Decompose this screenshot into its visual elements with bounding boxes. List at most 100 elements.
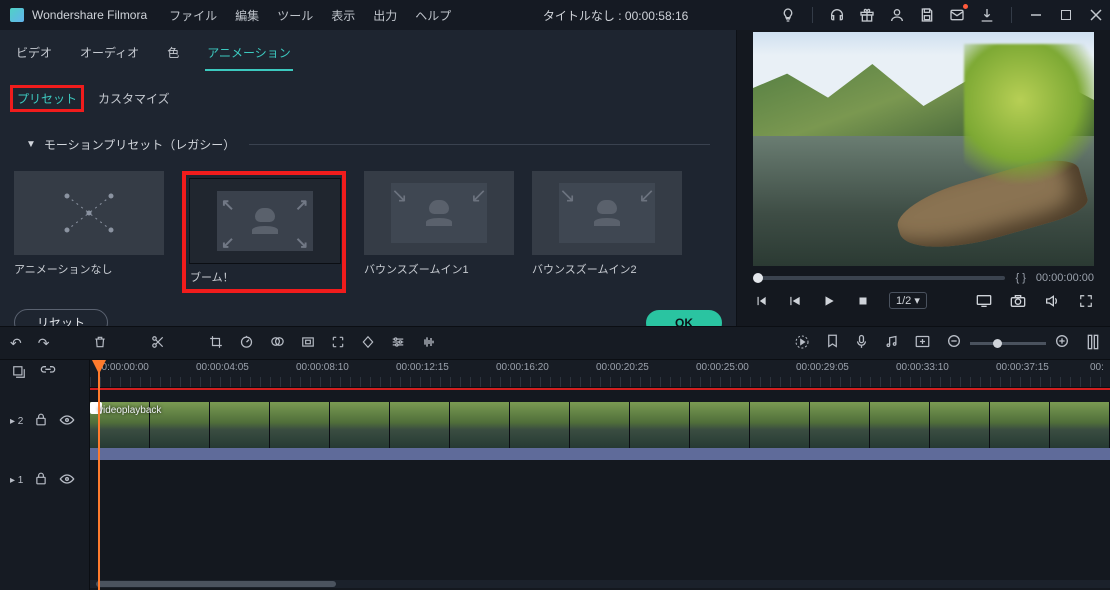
clip-badge-icon (90, 402, 102, 414)
fullscreen-icon[interactable] (1078, 293, 1094, 309)
color-match-icon[interactable] (270, 334, 285, 352)
preview-viewport[interactable] (753, 32, 1094, 266)
timeline: ▸ 2 ▸ 1 00:00:00:00 00:00:04:05 00:00:08… (0, 360, 1110, 590)
ruler-tick: 00:00:04:05 (196, 362, 249, 373)
preset-bouncezoom1[interactable]: ↘↙ バウンスズームイン1 (364, 171, 514, 293)
keyframe-icon[interactable] (361, 335, 375, 352)
split-icon[interactable] (151, 335, 165, 352)
tab-color[interactable]: 色 (165, 40, 181, 71)
track-lock-icon[interactable] (35, 413, 47, 429)
timeline-track-headers: ▸ 2 ▸ 1 (0, 360, 90, 590)
ruler-tick: 00:00:16:20 (496, 362, 549, 373)
window-minimize[interactable] (1028, 8, 1044, 22)
timeline-tracks-area[interactable]: 00:00:00:00 00:00:04:05 00:00:08:10 00:0… (90, 360, 1110, 590)
support-icon[interactable] (829, 7, 845, 23)
gift-icon[interactable] (859, 7, 875, 23)
zoom-out-icon[interactable] (946, 333, 962, 354)
main-menu: ファイル 編集 ツール 表示 出力 ヘルプ (169, 7, 451, 24)
ruler-tick: 00:00:08:10 (296, 362, 349, 373)
add-media-icon[interactable] (915, 335, 930, 351)
download-icon[interactable] (979, 7, 995, 23)
redo-icon[interactable]: ↷ (38, 335, 50, 352)
titlebar: Wondershare Filmora ファイル 編集 ツール 表示 出力 ヘル… (0, 0, 1110, 30)
marker-braces: { } (1015, 272, 1025, 284)
property-tabs: ビデオ オーディオ 色 アニメーション (0, 30, 736, 71)
audio-wave-icon[interactable] (421, 335, 437, 352)
volume-icon[interactable] (1044, 293, 1060, 309)
preset-bouncezoom2[interactable]: ↘↙ バウンスズームイン2 (532, 171, 682, 293)
main-area: ビデオ オーディオ 色 アニメーション プリセット カスタマイズ ▼ モーション… (0, 30, 1110, 326)
video-clip[interactable]: videoplayback (90, 402, 1110, 448)
window-maximize[interactable] (1058, 8, 1074, 22)
render-preview-icon[interactable] (794, 334, 810, 353)
delete-icon[interactable] (93, 335, 107, 352)
playhead[interactable] (98, 360, 100, 590)
track-head-2: ▸ 2 (0, 388, 89, 454)
account-icon[interactable] (889, 7, 905, 23)
crop-zoom-icon[interactable] (331, 335, 345, 352)
tips-icon[interactable] (780, 7, 796, 23)
speed-icon[interactable] (239, 334, 254, 352)
adjust-icon[interactable] (391, 335, 405, 352)
prev-frame-icon[interactable] (753, 293, 769, 309)
track-visible-icon[interactable] (59, 414, 75, 429)
project-title: タイトルなし : 00:00:58:16 (451, 7, 780, 24)
zoom-in-icon[interactable] (1054, 333, 1070, 354)
titlebar-right (780, 7, 1104, 23)
section-divider (249, 144, 710, 145)
link-icon[interactable] (40, 365, 56, 384)
collapse-icon: ▼ (26, 139, 36, 150)
menu-export[interactable]: 出力 (373, 7, 397, 24)
display-settings-icon[interactable] (976, 293, 992, 309)
preset-none[interactable]: アニメーションなし (14, 171, 164, 293)
select-all-tracks-icon[interactable] (12, 365, 26, 384)
voiceover-icon[interactable] (855, 334, 868, 353)
menu-file[interactable]: ファイル (169, 7, 217, 24)
subtab-customize[interactable]: カスタマイズ (98, 90, 170, 107)
menu-view[interactable]: 表示 (331, 7, 355, 24)
preview-quality[interactable]: 1/2 ▾ (889, 292, 927, 309)
tab-audio[interactable]: オーディオ (78, 40, 141, 71)
marker-icon[interactable] (826, 334, 839, 352)
save-icon[interactable] (919, 7, 935, 23)
render-line (90, 388, 1110, 390)
stop-icon[interactable] (855, 293, 871, 309)
menu-help[interactable]: ヘルプ (415, 7, 451, 24)
track-visible-icon[interactable] (59, 473, 75, 488)
message-icon[interactable] (949, 7, 965, 23)
app-name: Wondershare Filmora (32, 8, 147, 22)
crop-icon[interactable] (209, 335, 223, 352)
zoom-slider[interactable] (970, 342, 1046, 345)
section-title: モーションプリセット（レガシー） (44, 136, 235, 153)
timeline-hscrollbar[interactable] (90, 580, 1110, 588)
play-icon[interactable] (821, 293, 837, 309)
timeline-toolbar: ↶ ↷ (0, 326, 1110, 360)
preset-label: バウンスズームイン2 (532, 255, 682, 277)
animation-subtabs: プリセット カスタマイズ (0, 71, 736, 118)
preview-timecode: 00:00:00:00 (1036, 272, 1094, 284)
play-start-icon[interactable] (787, 293, 803, 309)
highlight-preset: プリセット (10, 85, 84, 112)
timeline-ruler[interactable]: 00:00:00:00 00:00:04:05 00:00:08:10 00:0… (90, 360, 1110, 388)
tab-animation[interactable]: アニメーション (205, 40, 293, 71)
preview-controls: 1/2 ▾ (737, 284, 1110, 309)
track-label: ▸ 1 (10, 475, 23, 486)
timeline-zoom (946, 333, 1070, 354)
undo-icon[interactable]: ↶ (10, 335, 22, 352)
audio-mixer-icon[interactable] (884, 334, 899, 352)
track-lock-icon[interactable] (35, 472, 47, 488)
preset-boom[interactable]: ↖↗↙↘ ブーム！ (182, 171, 346, 293)
menu-edit[interactable]: 編集 (235, 7, 259, 24)
tab-video[interactable]: ビデオ (14, 40, 54, 71)
subtab-preset[interactable]: プリセット (17, 92, 77, 106)
window-close[interactable] (1088, 8, 1104, 22)
fit-timeline-icon[interactable] (1086, 334, 1100, 353)
green-screen-icon[interactable] (301, 335, 315, 352)
section-motion-presets[interactable]: ▼ モーションプリセット（レガシー） (0, 118, 736, 159)
audio-clip[interactable] (90, 448, 1110, 460)
scrub-track[interactable] (753, 276, 1005, 280)
snapshot-icon[interactable] (1010, 293, 1026, 309)
menu-tool[interactable]: ツール (277, 7, 313, 24)
preset-grid: アニメーションなし ↖↗↙↘ ブーム！ (0, 159, 736, 301)
track-head-1: ▸ 1 (0, 454, 89, 506)
